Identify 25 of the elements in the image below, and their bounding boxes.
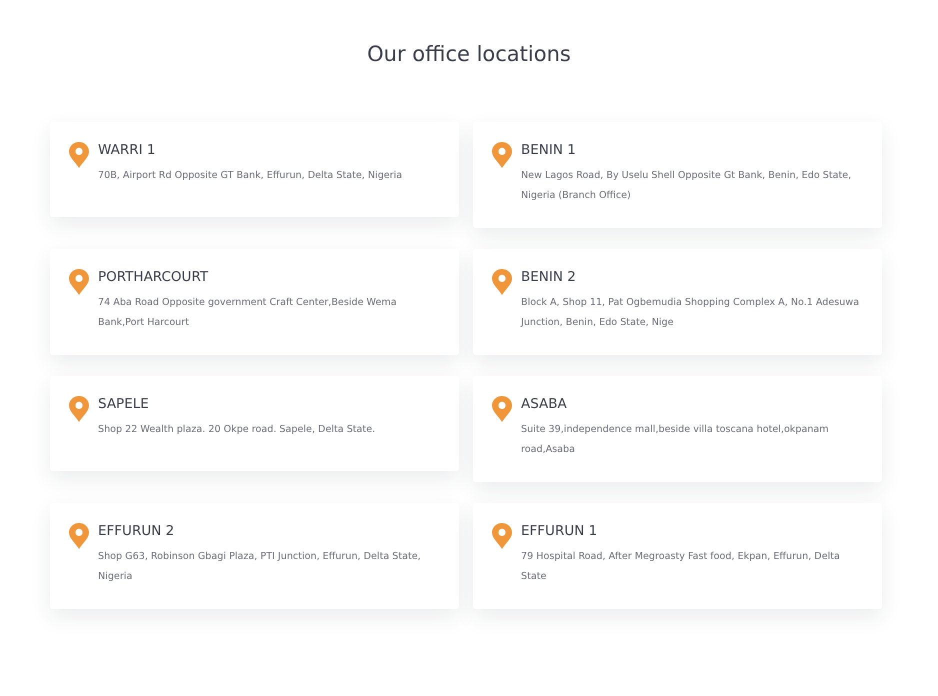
office-name: PORTHARCOURT [98,268,210,286]
office-address: 79 Hospital Road, After Megroasty Fast food, Ekpan, Effurun, Delta State [521,550,841,584]
office-address: Shop 22 Wealth plaza. 20 Okpe road. Sapele, Delta State. [98,423,376,437]
office-address: New Lagos Road, By Uselu Shell Opposite Gt Bank, Benin, Edo State, Nigeria (Branch Office) [521,169,852,203]
section-heading: Our office locations [367,42,571,66]
map-pin-icon [492,142,512,168]
office-name: BENIN 1 [521,141,577,159]
office-name: ASABA [521,395,568,413]
map-pin-icon [69,269,89,295]
office-address: 74 Aba Road Opposite government Craft Center,Beside Wema Bank,Port Harcourt [98,296,398,330]
office-name: BENIN 2 [521,268,577,286]
map-pin-icon [492,269,512,295]
map-pin-icon [69,142,89,168]
office-address: Block A, Shop 11, Pat Ogbemudia Shopping Complex A, No.1 Adesuwa Junction, Benin, Edo State, Nige [521,296,860,330]
office-name: EFFURUN 1 [521,522,598,540]
office-address: Suite 39,independence mall,beside villa toscana hotel,okpanam road,Asaba [521,423,830,457]
office-name: SAPELE [98,395,150,413]
office-address: Shop G63, Robinson Gbagi Plaza, PTI Junction, Effurun, Delta State, Nigeria [98,550,422,584]
map-pin-icon [492,523,512,549]
map-pin-icon [492,396,512,422]
office-name: EFFURUN 2 [98,522,176,540]
map-pin-icon [69,523,89,549]
office-name: WARRI 1 [98,141,156,159]
map-pin-icon [69,396,89,422]
office-address: 70B, Airport Rd Opposite GT Bank, Effurun, Delta State, Nigeria [98,169,402,183]
